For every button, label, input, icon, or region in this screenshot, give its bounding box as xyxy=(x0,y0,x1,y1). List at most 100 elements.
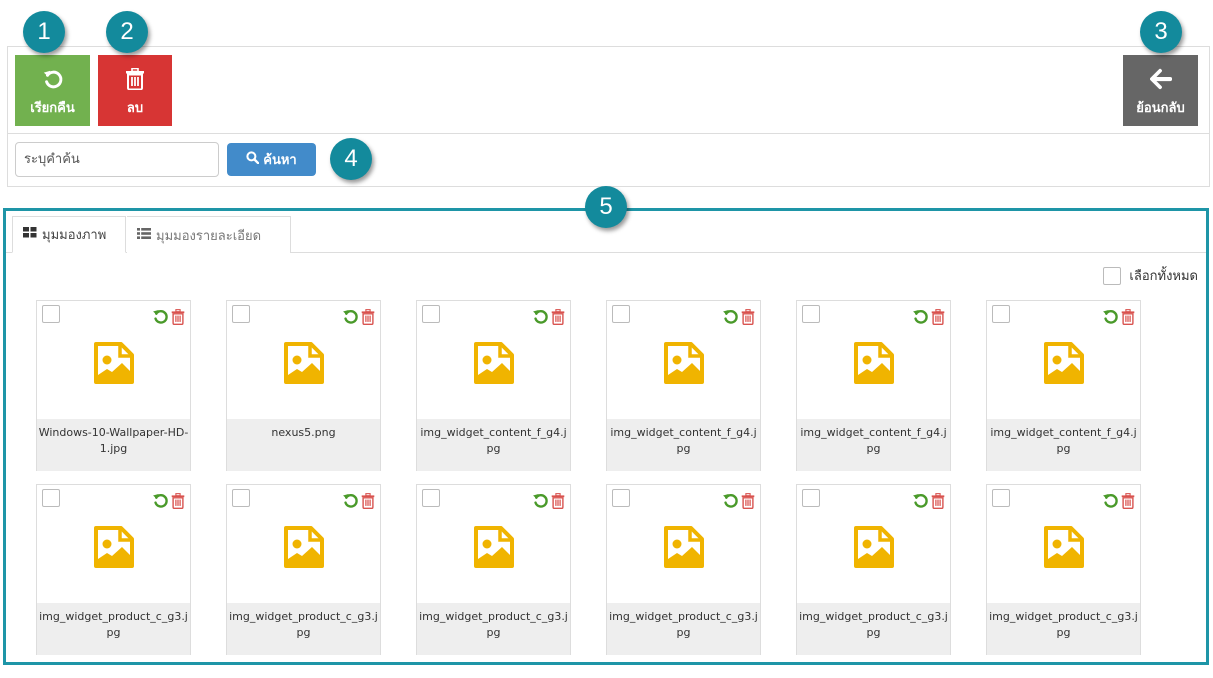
back-label: ย้อนกลับ xyxy=(1136,100,1185,116)
file-card[interactable]: img_widget_product_c_g3.jpg xyxy=(986,484,1141,655)
step-badge-4: 4 xyxy=(330,138,372,180)
file-actions xyxy=(912,492,945,513)
file-card[interactable]: img_widget_product_c_g3.jpg xyxy=(416,484,571,655)
file-checkbox[interactable] xyxy=(42,305,60,323)
restore-icon[interactable] xyxy=(152,492,169,513)
file-card[interactable]: img_widget_product_c_g3.jpg xyxy=(606,484,761,655)
search-icon xyxy=(246,151,260,168)
trash-icon[interactable] xyxy=(1121,308,1135,329)
file-actions xyxy=(912,308,945,329)
restore-icon[interactable] xyxy=(532,492,549,513)
tab-image-view[interactable]: มุมมองภาพ xyxy=(12,216,126,253)
file-card[interactable]: img_widget_content_f_g4.jpg xyxy=(606,300,761,471)
file-name: img_widget_content_f_g4.jpg xyxy=(417,419,570,471)
trash-icon[interactable] xyxy=(931,492,945,513)
restore-icon[interactable] xyxy=(1102,308,1119,329)
file-name: img_widget_product_c_g3.jpg xyxy=(987,603,1140,655)
toolbar-divider xyxy=(8,133,1209,134)
image-file-icon xyxy=(283,341,325,385)
image-file-icon xyxy=(1043,341,1085,385)
file-name: img_widget_product_c_g3.jpg xyxy=(37,603,190,655)
restore-icon[interactable] xyxy=(912,308,929,329)
search-button-label: ค้นหา xyxy=(263,153,297,168)
restore-icon[interactable] xyxy=(1102,492,1119,513)
trash-icon[interactable] xyxy=(361,492,375,513)
file-actions xyxy=(722,492,755,513)
file-card[interactable]: img_widget_content_f_g4.jpg xyxy=(416,300,571,471)
restore-icon[interactable] xyxy=(722,308,739,329)
image-file-icon xyxy=(473,525,515,569)
trash-icon[interactable] xyxy=(171,308,185,329)
file-gallery: มุมมองภาพ มุมมองรายละเอียด เลือกทั้งหมด … xyxy=(3,208,1209,665)
file-actions xyxy=(152,308,185,329)
file-name: img_widget_content_f_g4.jpg xyxy=(607,419,760,471)
tab-detail-view-label: มุมมองรายละเอียด xyxy=(156,228,262,244)
file-checkbox[interactable] xyxy=(992,305,1010,323)
trash-icon[interactable] xyxy=(1121,492,1135,513)
file-actions xyxy=(532,308,565,329)
file-actions xyxy=(532,492,565,513)
trash-icon[interactable] xyxy=(931,308,945,329)
image-file-icon xyxy=(663,525,705,569)
file-name: nexus5.png xyxy=(227,419,380,471)
trash-icon[interactable] xyxy=(741,492,755,513)
image-file-icon xyxy=(93,341,135,385)
step-badge-1: 1 xyxy=(23,11,65,53)
file-checkbox[interactable] xyxy=(422,305,440,323)
file-card[interactable]: nexus5.png xyxy=(226,300,381,471)
restore-icon[interactable] xyxy=(722,492,739,513)
file-name: img_widget_product_c_g3.jpg xyxy=(227,603,380,655)
file-card[interactable]: img_widget_content_f_g4.jpg xyxy=(796,300,951,471)
file-actions xyxy=(722,308,755,329)
image-file-icon xyxy=(473,341,515,385)
file-card[interactable]: img_widget_product_c_g3.jpg xyxy=(226,484,381,655)
select-all-label: เลือกทั้งหมด xyxy=(1129,269,1198,284)
file-checkbox[interactable] xyxy=(802,305,820,323)
file-actions xyxy=(1102,308,1135,329)
tab-detail-view[interactable]: มุมมองรายละเอียด xyxy=(127,216,291,253)
image-file-icon xyxy=(853,341,895,385)
grid-icon xyxy=(23,227,37,242)
file-checkbox[interactable] xyxy=(802,489,820,507)
file-actions xyxy=(1102,492,1135,513)
file-card[interactable]: img_widget_product_c_g3.jpg xyxy=(796,484,951,655)
restore-icon[interactable] xyxy=(152,308,169,329)
restore-icon[interactable] xyxy=(532,308,549,329)
file-checkbox[interactable] xyxy=(232,489,250,507)
file-name: img_widget_content_f_g4.jpg xyxy=(987,419,1140,471)
file-actions xyxy=(342,492,375,513)
file-card[interactable]: img_widget_product_c_g3.jpg xyxy=(36,484,191,655)
step-badge-5: 5 xyxy=(585,186,627,228)
file-card[interactable]: Windows-10-Wallpaper-HD-1.jpg xyxy=(36,300,191,471)
delete-label: ลบ xyxy=(126,100,144,116)
file-name: img_widget_product_c_g3.jpg xyxy=(417,603,570,655)
trash-icon[interactable] xyxy=(551,308,565,329)
step-badge-2: 2 xyxy=(106,11,148,53)
file-checkbox[interactable] xyxy=(992,489,1010,507)
file-checkbox[interactable] xyxy=(612,489,630,507)
trash-icon[interactable] xyxy=(741,308,755,329)
file-checkbox[interactable] xyxy=(422,489,440,507)
file-checkbox[interactable] xyxy=(232,305,250,323)
restore-icon[interactable] xyxy=(342,308,359,329)
file-checkbox[interactable] xyxy=(42,489,60,507)
file-actions xyxy=(152,492,185,513)
file-checkbox[interactable] xyxy=(612,305,630,323)
delete-button[interactable]: ลบ xyxy=(98,55,172,126)
toolbar-panel: เรียกคืน ลบ ย้อนกลับ ค้นหา xyxy=(7,46,1210,187)
back-button[interactable]: ย้อนกลับ xyxy=(1123,55,1198,126)
trash-icon[interactable] xyxy=(171,492,185,513)
trash-icon[interactable] xyxy=(361,308,375,329)
search-button[interactable]: ค้นหา xyxy=(227,143,316,176)
image-file-icon xyxy=(663,341,705,385)
restore-icon[interactable] xyxy=(912,492,929,513)
file-card[interactable]: img_widget_content_f_g4.jpg xyxy=(986,300,1141,471)
file-name: img_widget_product_c_g3.jpg xyxy=(797,603,950,655)
file-name: Windows-10-Wallpaper-HD-1.jpg xyxy=(37,419,190,471)
restore-icon[interactable] xyxy=(342,492,359,513)
image-file-icon xyxy=(283,525,325,569)
select-all-checkbox[interactable] xyxy=(1103,266,1122,285)
trash-icon[interactable] xyxy=(551,492,565,513)
restore-button[interactable]: เรียกคืน xyxy=(15,55,90,126)
search-input[interactable] xyxy=(15,142,219,177)
